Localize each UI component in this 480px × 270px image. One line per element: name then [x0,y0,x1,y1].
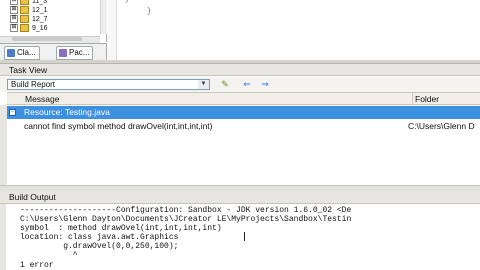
output-line: --------------------Configuration: Sandb… [20,206,352,215]
code-line: } [125,0,130,4]
task-view-title: Task View [0,63,480,76]
error-folder: C:\Users\Glenn D [408,121,475,131]
tree-item-label: 11_3 [32,0,48,5]
output-line: ^ [20,251,78,260]
folder-icon [20,6,29,15]
resource-label: Resource: Testing.java [24,107,110,117]
class-icon [7,48,15,57]
output-line: 1 error [20,261,54,270]
left-panel-tabs: Cla... Pac... [0,43,107,61]
report-filter-select[interactable]: Build Report [7,79,210,90]
tree-item-label: 12_1 [32,7,48,14]
next-icon[interactable]: ⇒ [260,80,270,89]
resource-group-row[interactable]: − Resource: Testing.java [7,106,480,119]
output-line: symbol : method drawOvel(int,int,int,int… [20,224,222,233]
scrollbar-thumb[interactable] [12,37,82,41]
tree-item[interactable]: ⊞ 9_16 [10,24,48,33]
code-editor[interactable] [108,0,480,60]
chevron-down-icon[interactable]: ▼ [198,80,209,89]
previous-icon[interactable]: ⇐ [242,80,252,89]
task-list-header: Message Folder [7,92,480,105]
tab-classes[interactable]: Cla... [4,46,40,60]
tree-item-label: 9_16 [32,25,48,32]
folder-icon [20,0,29,6]
folder-icon [20,15,29,24]
output-line: location: class java.awt.Graphics [20,233,179,242]
output-line: C:\Users\Glenn Dayton\Documents\JCreator… [20,215,352,224]
table-row[interactable]: cannot find symbol method drawOvel(int,i… [7,120,480,132]
code-line: } [147,8,152,16]
tree-item-label: 12_7 [32,16,48,23]
build-output-title: Build Output [0,191,480,204]
column-header-folder[interactable]: Folder [411,93,480,105]
expand-icon[interactable]: ⊞ [10,0,18,6]
error-message: cannot find symbol method drawOvel(int,i… [24,121,213,131]
column-header-message[interactable]: Message [21,93,413,105]
tree-item[interactable]: ⊞ 12_1 [10,6,48,15]
tree-item[interactable]: ⊞ 12_7 [10,15,48,24]
tab-label: Cla... [17,48,36,57]
collapse-icon[interactable]: − [9,109,16,116]
expand-icon[interactable]: ⊞ [10,24,18,33]
editor-gutter [108,0,117,60]
folder-icon [20,24,29,33]
expand-icon[interactable]: ⊞ [10,15,18,24]
output-line: g.drawOvel(0,0,250,100); [20,242,179,251]
package-icon [59,48,67,57]
edit-icon[interactable]: ✎ [220,80,230,89]
tree-vertical-scrollbar[interactable] [100,0,107,34]
expand-icon[interactable]: ⊞ [10,6,18,15]
text-cursor [244,232,245,241]
tab-label: Pac... [69,48,90,57]
tab-packages[interactable]: Pac... [56,46,94,60]
